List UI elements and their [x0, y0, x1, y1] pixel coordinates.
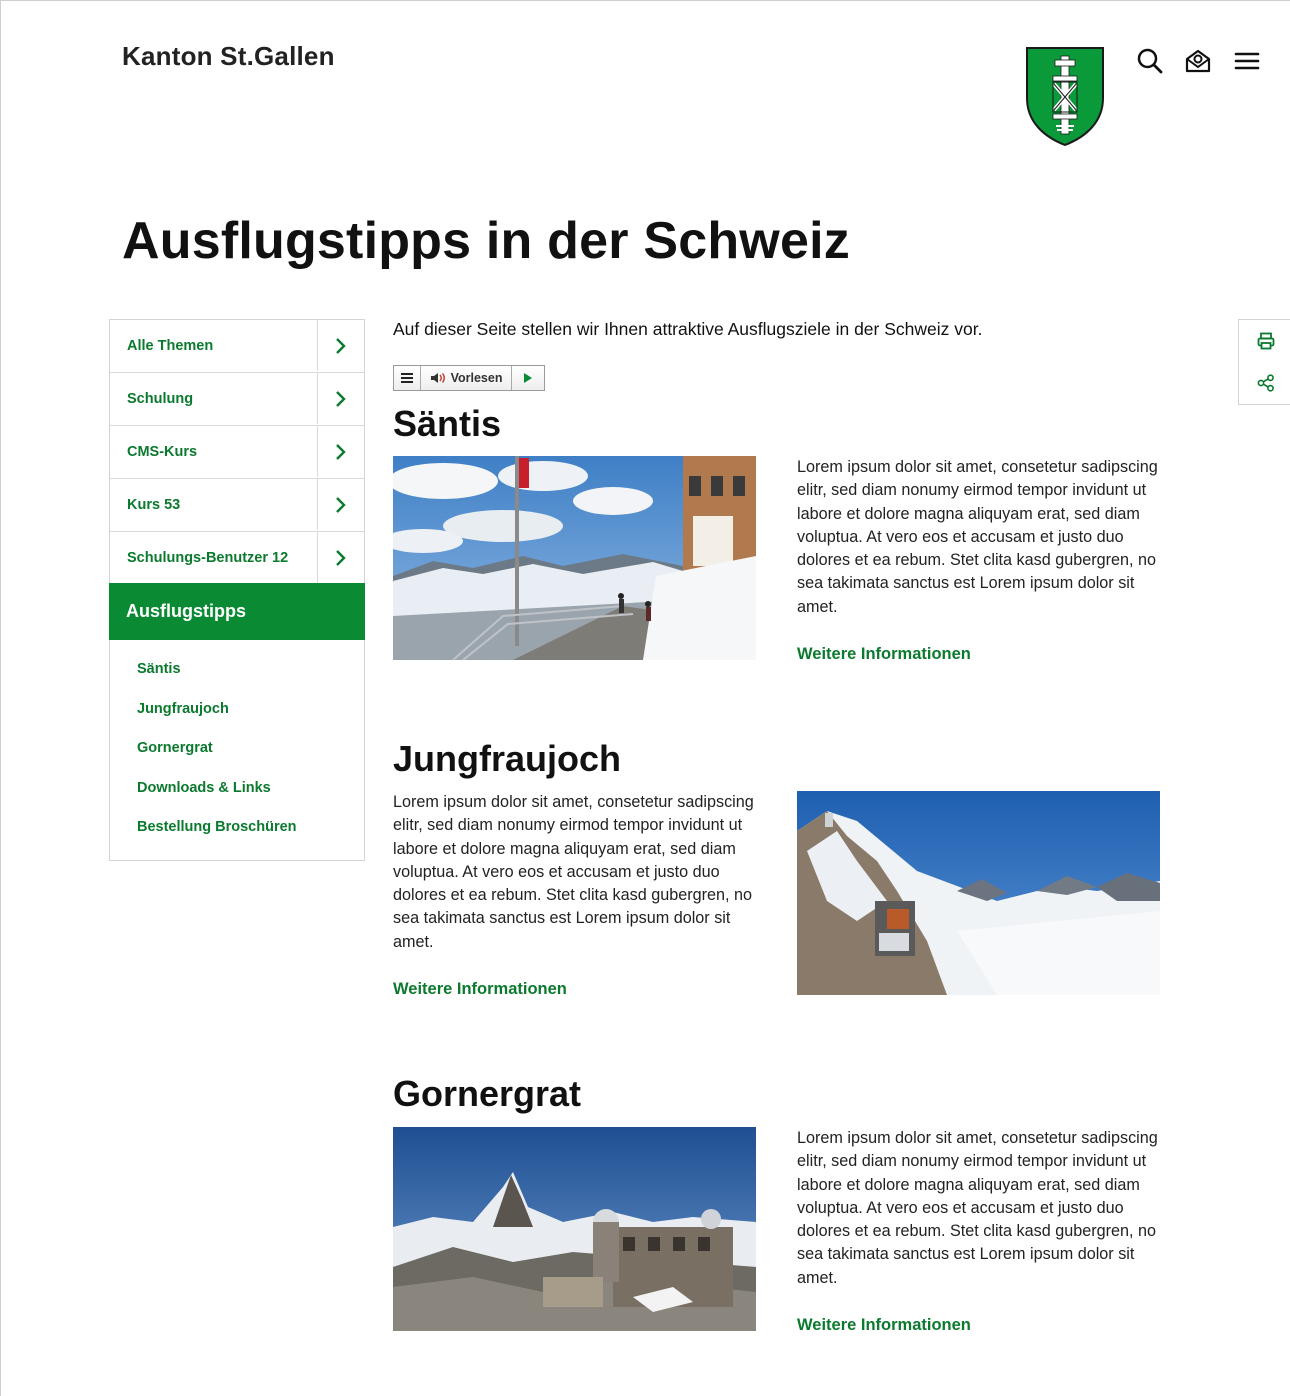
sidebar-item-label: Alle Themen: [127, 338, 214, 354]
subnav-item-saentis[interactable]: Säntis: [137, 661, 364, 701]
search-icon[interactable]: [1134, 45, 1166, 77]
chevron-right-icon[interactable]: [317, 532, 364, 583]
subnav-item-bestellung-broschueren[interactable]: Bestellung Broschüren: [137, 819, 364, 859]
gornergrat-image: [393, 1127, 756, 1331]
section-text-jungfraujoch: Lorem ipsum dolor sit amet, consetetur s…: [393, 793, 754, 951]
readspeaker-menu-button[interactable]: [394, 366, 421, 390]
section-text-saentis: Lorem ipsum dolor sit amet, consetetur s…: [797, 458, 1158, 616]
subnav-item-downloads-links[interactable]: Downloads & Links: [137, 780, 364, 820]
more-info-link-jungfraujoch[interactable]: Weitere Informationen: [393, 980, 567, 999]
sidebar-item-label: CMS-Kurs: [127, 444, 198, 460]
sidebar-item-schulungs-benutzer[interactable]: Schulungs-Benutzer 12: [110, 532, 364, 584]
sidebar-item-schulung[interactable]: Schulung: [110, 373, 364, 426]
more-info-link-gornergrat[interactable]: Weitere Informationen: [797, 1316, 971, 1335]
section-title-saentis: Säntis: [393, 403, 502, 444]
sidebar-item-kurs-53[interactable]: Kurs 53: [110, 479, 364, 532]
print-icon[interactable]: [1239, 320, 1290, 362]
sidebar-item-cms-kurs[interactable]: CMS-Kurs: [110, 426, 364, 479]
jungfraujoch-image: [797, 791, 1160, 995]
section-title-gornergrat: Gornergrat: [393, 1073, 582, 1114]
list-icon: [400, 373, 413, 383]
chevron-right-icon[interactable]: [317, 479, 364, 530]
sidebar-nav: Alle Themen Schulung CMS-Kurs Kurs 53 Sc…: [109, 319, 365, 861]
readspeaker-listen-button[interactable]: Vorlesen: [421, 366, 513, 390]
section-title-jungfraujoch: Jungfraujoch: [393, 738, 622, 779]
play-icon: [524, 373, 533, 383]
readspeaker-widget: Vorlesen: [393, 365, 545, 391]
sidebar-item-label: Kurs 53: [127, 497, 181, 513]
more-info-link-saentis[interactable]: Weitere Informationen: [797, 645, 971, 664]
chevron-right-icon[interactable]: [317, 320, 364, 371]
canton-crest-icon[interactable]: [1025, 46, 1105, 146]
section-text-gornergrat: Lorem ipsum dolor sit amet, consetetur s…: [797, 1129, 1158, 1287]
chevron-right-icon[interactable]: [317, 426, 364, 477]
share-icon[interactable]: [1239, 362, 1290, 404]
chevron-right-icon[interactable]: [317, 373, 364, 424]
saentis-image: [393, 456, 756, 660]
sidebar-item-ausflugstipps-active[interactable]: Ausflugstipps: [109, 583, 365, 640]
login-icon[interactable]: [1182, 45, 1214, 77]
subnav-item-gornergrat[interactable]: Gornergrat: [137, 740, 364, 780]
brand-logo-text[interactable]: Kanton St.Gallen: [122, 41, 335, 72]
page: Kanton St.Gallen Ausflugstipps in der Sc: [0, 0, 1290, 1396]
play-button[interactable]: [512, 366, 544, 390]
readspeaker-label: Vorlesen: [450, 371, 503, 385]
menu-icon[interactable]: [1231, 45, 1263, 77]
intro-text: Auf dieser Seite stellen wir Ihnen attra…: [393, 319, 983, 339]
sidebar-item-label: Ausflugstipps: [126, 601, 246, 621]
sidebar-item-label: Schulungs-Benutzer 12: [127, 550, 289, 566]
page-tools: [1238, 319, 1290, 405]
sidebar-subnav: Säntis Jungfraujoch Gornergrat Downloads…: [110, 640, 364, 859]
sidebar-item-alle-themen[interactable]: Alle Themen: [110, 320, 364, 373]
speaker-icon: [430, 373, 445, 383]
sidebar-item-label: Schulung: [127, 391, 194, 407]
page-title: Ausflugstipps in der Schweiz: [122, 212, 850, 270]
subnav-item-jungfraujoch[interactable]: Jungfraujoch: [137, 701, 364, 741]
